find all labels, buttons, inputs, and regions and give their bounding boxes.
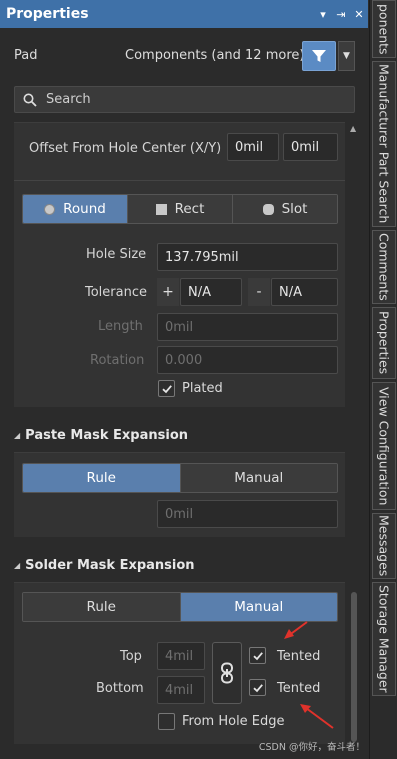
annotation-arrow-bottom-tented [300, 704, 334, 729]
annotation-arrow-top-tented [284, 621, 308, 639]
watermark: CSDN @你好，奋斗者！ [258, 742, 365, 753]
annotation-arrows [284, 621, 334, 729]
